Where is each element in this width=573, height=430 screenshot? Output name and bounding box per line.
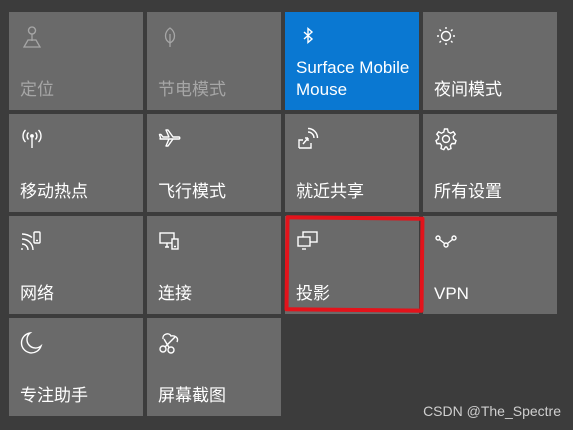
tile-label: 夜间模式: [434, 80, 502, 99]
tile-label: 飞行模式: [158, 182, 226, 201]
tile-label: 连接: [158, 284, 192, 303]
battery-saver-icon: [157, 24, 183, 50]
screen-snip-icon: [157, 330, 183, 356]
tile-connect[interactable]: 连接: [147, 216, 281, 314]
tile-label: Surface Mobile Mouse: [296, 58, 410, 99]
tile-label: 移动热点: [20, 182, 88, 201]
night-light-icon: [433, 24, 459, 50]
tile-bluetooth[interactable]: Surface Mobile Mouse: [285, 12, 419, 110]
tile-project[interactable]: 投影: [285, 216, 419, 314]
bluetooth-icon: [295, 24, 321, 50]
tile-label: 屏幕截图: [158, 386, 226, 405]
tile-screen-snip[interactable]: 屏幕截图: [147, 318, 281, 416]
tile-nearby-sharing[interactable]: 就近共享: [285, 114, 419, 212]
tile-focus-assist[interactable]: 专注助手: [9, 318, 143, 416]
tile-label: 定位: [20, 80, 54, 99]
tile-all-settings[interactable]: 所有设置: [423, 114, 557, 212]
tile-night-light[interactable]: 夜间模式: [423, 12, 557, 110]
tile-network[interactable]: 网络: [9, 216, 143, 314]
location-icon: [19, 24, 45, 50]
connect-icon: [157, 228, 183, 254]
quick-actions-grid: 定位 节电模式 Surface Mobile Mouse 夜间模式 移动热点 飞…: [9, 12, 557, 416]
mobile-hotspot-icon: [19, 126, 45, 152]
focus-assist-moon-icon: [19, 330, 45, 356]
tile-label: 节电模式: [158, 80, 226, 99]
tile-battery-saver[interactable]: 节电模式: [147, 12, 281, 110]
vpn-icon: [433, 228, 459, 254]
tile-airplane-mode[interactable]: 飞行模式: [147, 114, 281, 212]
tile-label: 网络: [20, 284, 54, 303]
tile-mobile-hotspot[interactable]: 移动热点: [9, 114, 143, 212]
tile-label: 就近共享: [296, 182, 364, 201]
nearby-share-icon: [295, 126, 321, 152]
project-icon: [295, 228, 321, 254]
tile-label: VPN: [434, 284, 469, 303]
watermark: CSDN @The_Spectre: [423, 403, 561, 419]
gear-icon: [433, 126, 459, 152]
action-center-quick-actions: 定位 节电模式 Surface Mobile Mouse 夜间模式 移动热点 飞…: [0, 0, 573, 430]
airplane-icon: [157, 126, 183, 152]
tile-label: 专注助手: [20, 386, 88, 405]
tile-label: 所有设置: [434, 182, 502, 201]
tile-vpn[interactable]: VPN: [423, 216, 557, 314]
network-icon: [19, 228, 45, 254]
tile-label: 投影: [296, 284, 330, 303]
tile-location[interactable]: 定位: [9, 12, 143, 110]
